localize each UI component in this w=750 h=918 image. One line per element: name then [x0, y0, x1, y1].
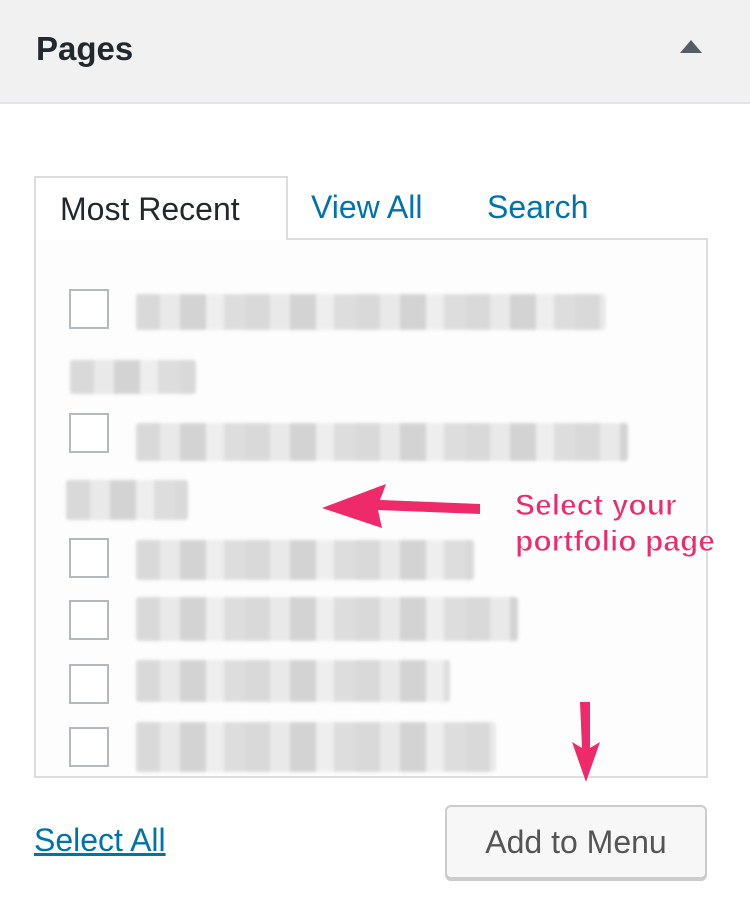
select-all-link[interactable]: Select All [34, 822, 166, 859]
redacted-page-title [136, 597, 518, 641]
add-to-menu-button[interactable]: Add to Menu [445, 805, 707, 879]
tab-view-all[interactable]: View All [311, 176, 422, 240]
redacted-page-title [136, 540, 474, 580]
redacted-page-title-continued [66, 480, 188, 520]
redacted-page-title [136, 294, 606, 330]
annotation-line-1: Select your [515, 489, 678, 523]
panel-header: Pages [0, 0, 750, 104]
redacted-page-title [136, 722, 496, 772]
collapse-arrow-icon[interactable] [680, 40, 702, 53]
panel-title: Pages [36, 30, 134, 67]
redacted-page-title [136, 660, 450, 702]
annotation-line-2: portfolio page [515, 525, 716, 559]
page-checkbox[interactable] [69, 538, 109, 578]
page-checkbox[interactable] [69, 600, 109, 640]
page-checkbox[interactable] [69, 727, 109, 767]
tab-search[interactable]: Search [487, 176, 588, 240]
redacted-page-title [136, 423, 628, 461]
page-checkbox[interactable] [69, 413, 109, 453]
tab-most-recent[interactable]: Most Recent [34, 176, 288, 240]
annotation-callout: Select your portfolio page [515, 488, 750, 560]
page-checkbox[interactable] [69, 664, 109, 704]
page-checkbox[interactable] [69, 289, 109, 329]
redacted-page-title-continued [70, 360, 196, 394]
